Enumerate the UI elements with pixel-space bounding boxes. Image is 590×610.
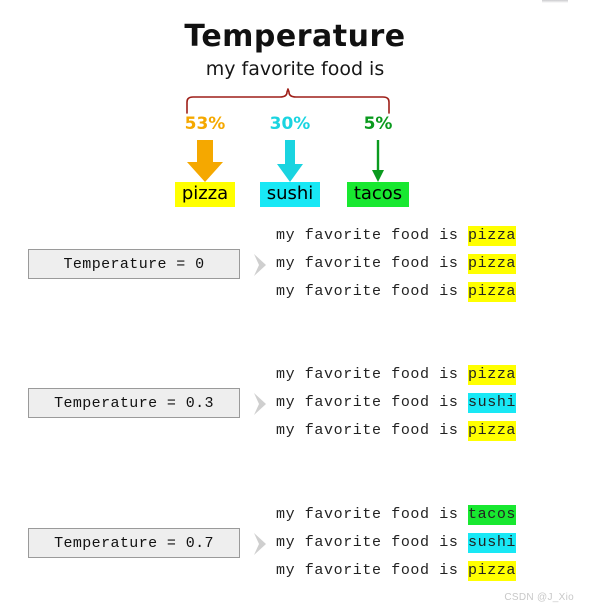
sample-token: pizza — [468, 561, 517, 581]
sample-line: my favorite food is sushi — [276, 389, 576, 417]
distribution-item-tacos: 5% tacos — [323, 114, 433, 208]
top-edge-artifact — [542, 0, 568, 3]
token-chip-sushi: sushi — [259, 182, 321, 208]
page-title: Temperature — [184, 19, 406, 54]
sample-line: my favorite food is pizza — [276, 222, 576, 250]
sample-line: my favorite food is tacos — [276, 501, 576, 529]
temperature-value-box[interactable]: Temperature = 0.3 — [28, 388, 240, 418]
arrow-tacos-icon — [323, 136, 433, 182]
temperature-value-box[interactable]: Temperature = 0 — [28, 249, 240, 279]
chevron-right-icon — [250, 529, 272, 559]
sample-prefix: my favorite food is — [276, 422, 469, 439]
sample-prefix: my favorite food is — [276, 227, 469, 244]
token-chip-pizza: pizza — [174, 182, 236, 208]
sample-token: sushi — [468, 533, 517, 553]
temperature-group: Temperature = 0 my favorite food is pizz… — [0, 222, 590, 312]
sample-token: pizza — [468, 282, 517, 302]
temperature-value-box[interactable]: Temperature = 0.7 — [28, 528, 240, 558]
sample-line: my favorite food is pizza — [276, 278, 576, 306]
sample-token: pizza — [468, 365, 517, 385]
sample-prefix: my favorite food is — [276, 534, 469, 551]
title-block: Temperature my favorite food is — [0, 22, 590, 79]
curly-brace — [183, 88, 393, 114]
sample-prefix: my favorite food is — [276, 562, 469, 579]
temperature-group: Temperature = 0.3 my favorite food is pi… — [0, 361, 590, 451]
sample-line: my favorite food is pizza — [276, 361, 576, 389]
sample-token: pizza — [468, 226, 517, 246]
sample-outputs: my favorite food is pizza my favorite fo… — [276, 222, 576, 306]
sample-prefix: my favorite food is — [276, 283, 469, 300]
sample-line: my favorite food is pizza — [276, 557, 576, 585]
diagram-canvas: Temperature my favorite food is 53% pizz… — [0, 0, 590, 610]
sample-outputs: my favorite food is pizza my favorite fo… — [276, 361, 576, 445]
sample-prefix: my favorite food is — [276, 366, 469, 383]
sample-outputs: my favorite food is tacos my favorite fo… — [276, 501, 576, 585]
sample-token: tacos — [468, 505, 517, 525]
token-chip-tacos: tacos — [346, 182, 410, 208]
chevron-right-icon — [250, 250, 272, 280]
chevron-right-icon — [250, 389, 272, 419]
temperature-group: Temperature = 0.7 my favorite food is ta… — [0, 501, 590, 591]
probability-label-tacos: 5% — [363, 114, 393, 134]
probability-distribution: 53% pizza 30% sushi 5% tacos — [0, 116, 590, 216]
sample-prefix: my favorite food is — [276, 506, 469, 523]
sample-prefix: my favorite food is — [276, 394, 469, 411]
sample-token: pizza — [468, 421, 517, 441]
sample-prefix: my favorite food is — [276, 255, 469, 272]
sample-line: my favorite food is pizza — [276, 417, 576, 445]
watermark: CSDN @J_Xio — [504, 592, 574, 603]
sample-token: pizza — [468, 254, 517, 274]
sample-token: sushi — [468, 393, 517, 413]
sample-line: my favorite food is pizza — [276, 250, 576, 278]
sample-line: my favorite food is sushi — [276, 529, 576, 557]
prompt-text: my favorite food is — [205, 58, 385, 80]
